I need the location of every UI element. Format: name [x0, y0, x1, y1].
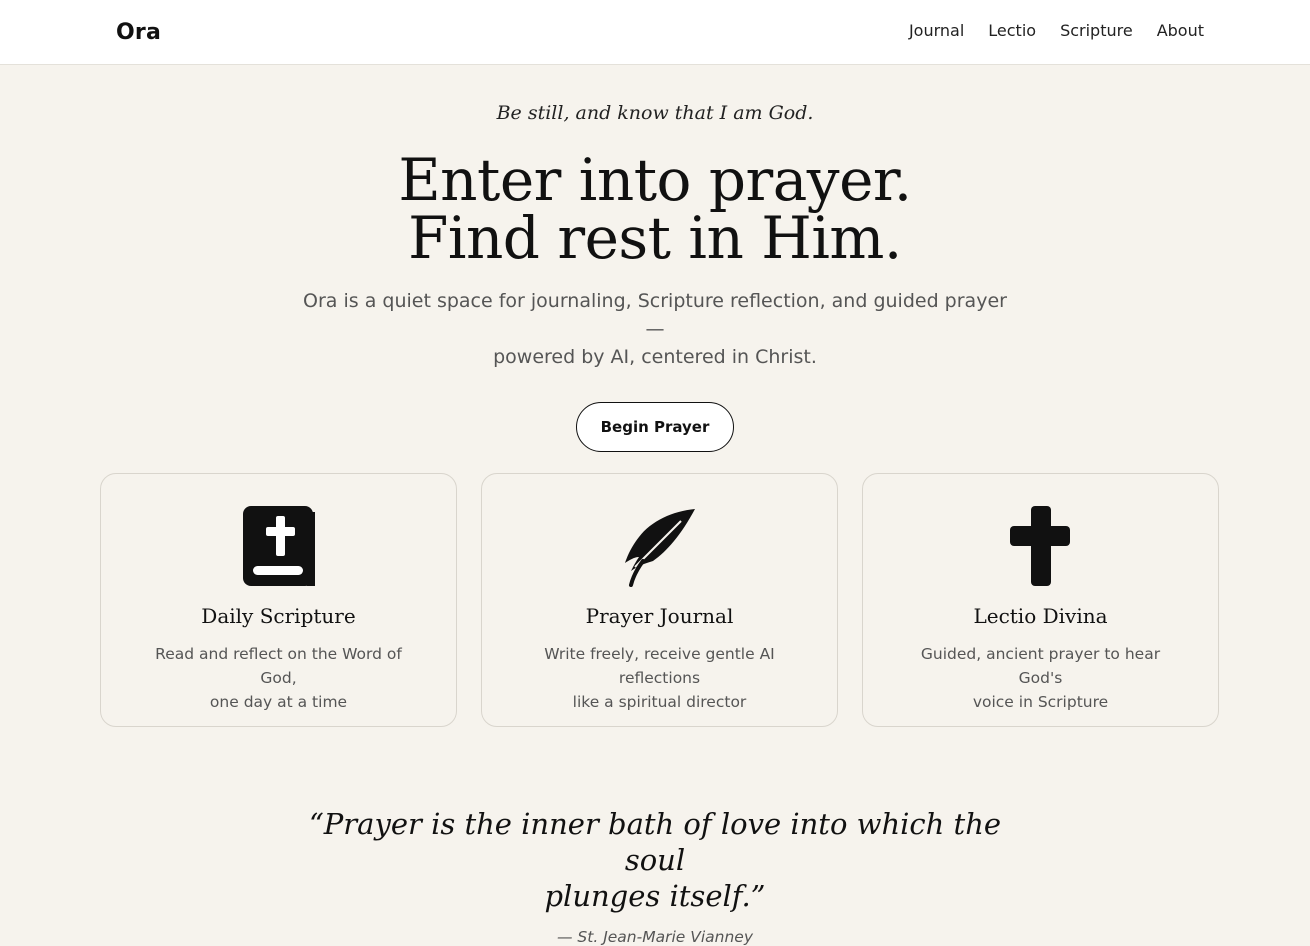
- brand-logo[interactable]: Ora: [116, 20, 161, 45]
- subtitle-line-2: powered by AI, centered in Christ.: [493, 346, 817, 368]
- headline-line-2: Find rest in Him.: [408, 204, 902, 272]
- card-description: Guided, ancient prayer to hear God's voi…: [901, 642, 1181, 714]
- subtitle-line-1: Ora is a quiet space for journaling, Scr…: [303, 290, 1007, 340]
- card-title: Prayer Journal: [585, 604, 734, 628]
- card-title: Daily Scripture: [201, 604, 356, 628]
- hero-section: Be still, and know that I am God. Enter …: [0, 102, 1310, 452]
- bible-icon: [101, 506, 456, 588]
- main-nav: Journal Lectio Scripture About: [909, 21, 1204, 40]
- card-desc-line: like a spiritual director: [572, 693, 747, 711]
- card-description: Read and reflect on the Word of God, one…: [139, 642, 419, 714]
- begin-prayer-button[interactable]: Begin Prayer: [576, 402, 734, 452]
- quote-line-2: plunges itself.”: [544, 879, 766, 913]
- cross-icon: [863, 506, 1218, 588]
- card-title: Lectio Divina: [973, 604, 1108, 628]
- card-lectio-divina[interactable]: Lectio Divina Guided, ancient prayer to …: [862, 473, 1219, 727]
- quote-attribution: — St. Jean-Marie Vianney: [557, 928, 753, 946]
- card-desc-line: Write freely, receive gentle AI reflecti…: [544, 645, 775, 687]
- feature-cards: Daily Scripture Read and reflect on the …: [100, 473, 1219, 727]
- nav-scripture[interactable]: Scripture: [1060, 21, 1133, 40]
- hero-tagline: Be still, and know that I am God.: [496, 102, 814, 124]
- quote-line-1: “Prayer is the inner bath of love into w…: [308, 807, 1002, 877]
- hero-headline: Enter into prayer. Find rest in Him.: [0, 151, 1310, 267]
- card-description: Write freely, receive gentle AI reflecti…: [520, 642, 800, 714]
- card-desc-line: Guided, ancient prayer to hear God's: [920, 645, 1161, 687]
- hero-subtitle: Ora is a quiet space for journaling, Scr…: [295, 287, 1015, 371]
- top-bar: Ora Journal Lectio Scripture About: [0, 0, 1310, 65]
- card-prayer-journal[interactable]: Prayer Journal Write freely, receive gen…: [481, 473, 838, 727]
- headline-line-1: Enter into prayer.: [398, 146, 912, 214]
- nav-lectio[interactable]: Lectio: [988, 21, 1036, 40]
- feather-icon: [482, 506, 837, 588]
- nav-journal[interactable]: Journal: [909, 21, 964, 40]
- nav-about[interactable]: About: [1157, 21, 1204, 40]
- card-desc-line: one day at a time: [209, 693, 348, 711]
- card-desc-line: voice in Scripture: [972, 693, 1109, 711]
- quote-section: “Prayer is the inner bath of love into w…: [0, 806, 1310, 946]
- card-daily-scripture[interactable]: Daily Scripture Read and reflect on the …: [100, 473, 457, 727]
- card-desc-line: Read and reflect on the Word of God,: [155, 645, 402, 687]
- quote-text: “Prayer is the inner bath of love into w…: [295, 806, 1015, 914]
